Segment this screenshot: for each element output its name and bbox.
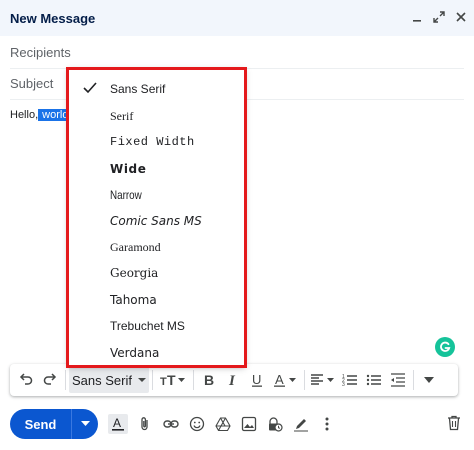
schedule-send-button[interactable] [72, 409, 98, 439]
indent-less-icon[interactable] [386, 367, 410, 393]
message-body[interactable]: Hello, world [10, 109, 70, 121]
grammarly-icon[interactable] [435, 337, 455, 357]
undo-icon[interactable] [14, 367, 38, 393]
font-option-tahoma[interactable]: Tahoma [68, 287, 228, 313]
more-options-icon[interactable] [318, 415, 336, 433]
drive-icon[interactable] [214, 415, 232, 433]
text-color-icon[interactable]: A [269, 367, 301, 393]
font-option-label: Sans Serif [110, 82, 166, 96]
chevron-down-icon [80, 421, 90, 426]
font-option-label: Narrow [110, 188, 142, 202]
font-option-verdana[interactable]: Verdana [68, 340, 228, 366]
svg-text:B: B [204, 373, 214, 387]
bulleted-list-icon[interactable] [362, 367, 386, 393]
font-select-label: Sans Serif [72, 372, 132, 388]
font-option-label: Comic Sans MS [110, 214, 202, 228]
font-option-serif[interactable]: Serif [68, 103, 228, 129]
body-text: Hello, [10, 109, 39, 121]
close-icon[interactable] [454, 10, 468, 24]
send-button[interactable]: Send [10, 409, 72, 439]
discard-icon[interactable] [445, 414, 463, 432]
font-option-garamond[interactable]: Garamond [68, 234, 228, 260]
italic-icon[interactable]: I [221, 367, 245, 393]
checkmark-icon [83, 82, 97, 94]
toolbar-divider [152, 370, 153, 390]
svg-text:T: T [160, 376, 167, 387]
font-option-trebuchet[interactable]: Trebuchet MS [68, 313, 228, 339]
font-option-wide[interactable]: Wide [68, 156, 228, 182]
font-option-label: Garamond [110, 239, 161, 254]
svg-text:A: A [275, 373, 284, 387]
font-option-label: Trebuchet MS [110, 319, 185, 333]
font-option-sans-serif[interactable]: Sans Serif [68, 76, 228, 102]
font-option-label: Tahoma [110, 293, 157, 307]
chevron-down-icon [137, 378, 146, 382]
svg-text:3: 3 [342, 382, 345, 387]
emoji-icon[interactable] [188, 415, 206, 433]
svg-text:A: A [113, 416, 121, 430]
photo-icon[interactable] [240, 415, 258, 433]
font-select[interactable]: Sans Serif [69, 367, 149, 393]
numbered-list-icon[interactable]: 123 [338, 367, 362, 393]
font-option-georgia[interactable]: Georgia [68, 260, 228, 286]
subject-placeholder: Subject [10, 75, 54, 91]
text-size-icon[interactable]: TT [156, 367, 190, 393]
svg-text:I: I [228, 373, 236, 387]
recipients-field[interactable]: Recipients [10, 36, 464, 69]
confidential-icon[interactable] [266, 415, 284, 433]
toolbar-divider [193, 370, 194, 390]
send-button-group: Send [10, 409, 98, 439]
compose-header: New Message [0, 0, 474, 36]
formatting-options-icon[interactable]: A [108, 414, 128, 434]
font-option-fixed-width[interactable]: Fixed Width [68, 129, 228, 155]
signature-icon[interactable] [292, 415, 310, 433]
font-option-label: Serif [110, 108, 134, 123]
font-option-narrow[interactable]: Narrow [68, 182, 228, 208]
minimize-icon[interactable] [410, 10, 424, 24]
toolbar-divider [65, 370, 66, 390]
underline-icon[interactable]: U [245, 367, 269, 393]
font-option-label: Wide [110, 162, 147, 176]
more-formatting-icon[interactable] [417, 367, 441, 393]
toolbar-divider [413, 370, 414, 390]
compose-title: New Message [10, 10, 96, 26]
font-option-comic-sans[interactable]: Comic Sans MS [68, 208, 228, 234]
align-icon[interactable] [308, 367, 338, 393]
recipients-placeholder: Recipients [10, 44, 71, 60]
font-option-label: Fixed Width [110, 135, 195, 149]
svg-text:U: U [252, 373, 261, 387]
font-option-label: Georgia [110, 266, 159, 280]
expand-icon[interactable] [432, 10, 446, 24]
bottom-action-bar: Send A [10, 408, 336, 440]
svg-text:T: T [167, 373, 176, 387]
window-controls [410, 10, 468, 24]
attach-icon[interactable] [136, 415, 154, 433]
selected-text: world [38, 109, 70, 121]
font-option-label: Verdana [110, 346, 160, 360]
toolbar-divider [304, 370, 305, 390]
formatting-toolbar: Sans Serif TT B I U A 123 [10, 364, 458, 396]
link-icon[interactable] [162, 415, 180, 433]
redo-icon[interactable] [38, 367, 62, 393]
bold-icon[interactable]: B [197, 367, 221, 393]
